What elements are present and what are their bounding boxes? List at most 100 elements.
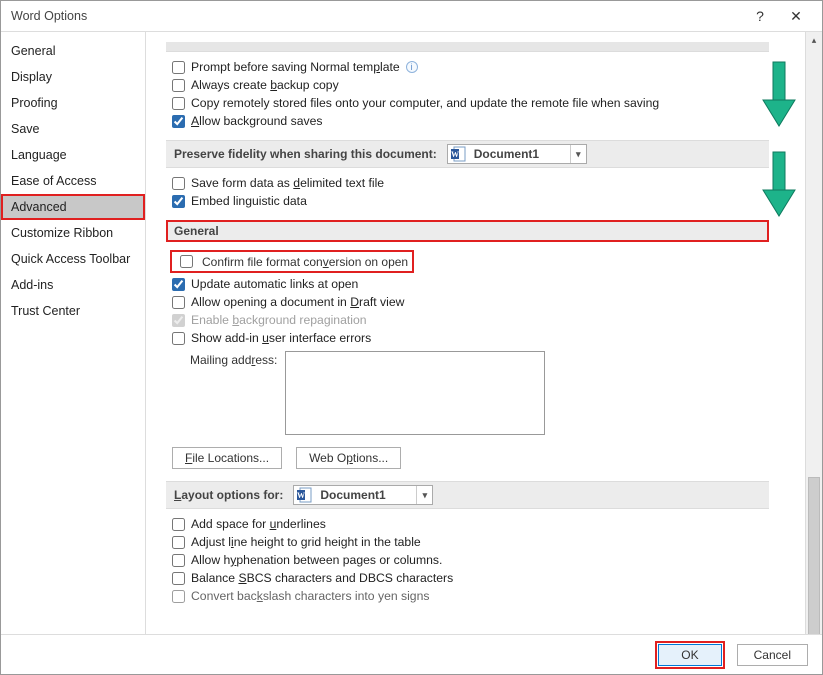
sidebar-item-customize-ribbon[interactable]: Customize Ribbon: [1, 220, 145, 246]
help-button[interactable]: ?: [742, 2, 778, 30]
section-preserve-fidelity: Preserve fidelity when sharing this docu…: [166, 140, 769, 168]
option-balance-sbcs[interactable]: Balance SBCS characters and DBCS charact…: [172, 571, 769, 585]
window-title: Word Options: [11, 9, 87, 23]
sidebar-item-add-ins[interactable]: Add-ins: [1, 272, 145, 298]
scrollbar-track[interactable]: [806, 49, 822, 617]
label-balance-sbcs: Balance SBCS characters and DBCS charact…: [191, 571, 453, 585]
option-update-links[interactable]: Update automatic links at open: [172, 277, 769, 291]
option-add-space-underlines[interactable]: Add space for underlines: [172, 517, 769, 531]
checkbox-show-addin-errors[interactable]: [172, 332, 185, 345]
textarea-mailing-address[interactable]: [285, 351, 545, 435]
checkbox-confirm-conversion[interactable]: [180, 255, 193, 268]
checkbox-embed-linguistic[interactable]: [172, 195, 185, 208]
checkbox-add-space-underlines[interactable]: [172, 518, 185, 531]
label-embed-linguistic: Embed linguistic data: [191, 194, 307, 208]
sidebar-item-quick-access-toolbar[interactable]: Quick Access Toolbar: [1, 246, 145, 272]
info-icon[interactable]: i: [406, 61, 418, 73]
combo-fidelity-text: Document1: [470, 147, 570, 161]
chevron-down-icon: ▾: [570, 145, 586, 163]
label-always-backup: Always create backup copy: [191, 78, 339, 92]
label-enable-bg-repag: Enable background repagination: [191, 313, 367, 327]
scroll-up-button[interactable]: ▴: [806, 32, 822, 49]
option-allow-hyphenation[interactable]: Allow hyphenation between pages or colum…: [172, 553, 769, 567]
word-icon: W: [450, 146, 466, 162]
option-confirm-conversion[interactable]: Confirm file format conversion on open: [170, 250, 414, 273]
sidebar-item-display[interactable]: Display: [1, 64, 145, 90]
annotation-arrow-2: [759, 150, 799, 220]
label-allow-bg-saves: Allow background saves: [191, 114, 322, 128]
checkbox-enable-bg-repag: [172, 314, 185, 327]
section-title-general: General: [174, 224, 219, 238]
option-embed-linguistic[interactable]: Embed linguistic data: [172, 194, 769, 208]
section-title-preserve-fidelity: Preserve fidelity when sharing this docu…: [174, 147, 437, 161]
file-locations-button[interactable]: File Locations...: [172, 447, 282, 469]
option-always-backup[interactable]: Always create backup copy: [172, 78, 769, 92]
vertical-scrollbar[interactable]: ▴ ▾: [805, 32, 822, 634]
svg-text:W: W: [297, 491, 305, 500]
checkbox-update-links[interactable]: [172, 278, 185, 291]
option-allow-draft[interactable]: Allow opening a document in Draft view: [172, 295, 769, 309]
section-title-layout: Layout options for:: [174, 488, 283, 502]
combo-layout-doc[interactable]: W Document1 ▾: [293, 485, 433, 505]
top-gray-strip: [166, 42, 769, 52]
label-allow-hyphenation: Allow hyphenation between pages or colum…: [191, 553, 442, 567]
sidebar-item-language[interactable]: Language: [1, 142, 145, 168]
combo-layout-text: Document1: [316, 488, 416, 502]
sidebar: General Display Proofing Save Language E…: [1, 32, 146, 634]
sidebar-item-trust-center[interactable]: Trust Center: [1, 298, 145, 324]
label-allow-draft: Allow opening a document in Draft view: [191, 295, 404, 309]
chevron-down-icon: ▾: [416, 486, 432, 504]
checkbox-always-backup[interactable]: [172, 79, 185, 92]
cancel-button[interactable]: Cancel: [737, 644, 808, 666]
option-prompt-before-normal[interactable]: Prompt before saving Normal template i: [172, 60, 769, 74]
option-save-form-data[interactable]: Save form data as delimited text file: [172, 176, 769, 190]
option-convert-backslash[interactable]: Convert backslash characters into yen si…: [172, 589, 769, 603]
label-convert-backslash: Convert backslash characters into yen si…: [191, 589, 429, 603]
checkbox-copy-remote[interactable]: [172, 97, 185, 110]
word-options-dialog: Word Options ? ✕ General Display Proofin…: [0, 0, 823, 675]
label-adjust-line-height: Adjust line height to grid height in the…: [191, 535, 421, 549]
label-save-form-data: Save form data as delimited text file: [191, 176, 384, 190]
options-scroll-area: Prompt before saving Normal template i A…: [146, 32, 805, 634]
sidebar-item-advanced[interactable]: Advanced: [1, 194, 145, 220]
checkbox-allow-hyphenation[interactable]: [172, 554, 185, 567]
checkbox-prompt-before-normal[interactable]: [172, 61, 185, 74]
option-copy-remote[interactable]: Copy remotely stored files onto your com…: [172, 96, 769, 110]
combo-fidelity-doc[interactable]: W Document1 ▾: [447, 144, 587, 164]
section-layout-options: Layout options for: W Document1 ▾: [166, 481, 769, 509]
label-update-links: Update automatic links at open: [191, 277, 358, 291]
option-allow-bg-saves[interactable]: Allow background saves: [172, 114, 769, 128]
label-mailing-address: Mailing address:: [190, 351, 277, 367]
checkbox-save-form-data[interactable]: [172, 177, 185, 190]
label-copy-remote: Copy remotely stored files onto your com…: [191, 96, 659, 110]
section-general: General: [166, 220, 769, 242]
option-show-addin-errors[interactable]: Show add-in user interface errors: [172, 331, 769, 345]
close-button[interactable]: ✕: [778, 2, 814, 30]
dialog-footer: OK Cancel: [1, 634, 822, 674]
checkbox-allow-bg-saves[interactable]: [172, 115, 185, 128]
option-adjust-line-height[interactable]: Adjust line height to grid height in the…: [172, 535, 769, 549]
checkbox-adjust-line-height[interactable]: [172, 536, 185, 549]
svg-text:W: W: [451, 150, 459, 159]
label-show-addin-errors: Show add-in user interface errors: [191, 331, 371, 345]
help-icon: ?: [756, 8, 764, 24]
sidebar-item-save[interactable]: Save: [1, 116, 145, 142]
label-confirm-conversion: Confirm file format conversion on open: [202, 255, 408, 269]
ok-button[interactable]: OK: [658, 644, 721, 666]
annotation-arrow-1: [759, 60, 799, 130]
scrollbar-thumb[interactable]: [808, 477, 820, 634]
ok-highlight: OK: [655, 641, 724, 669]
sidebar-item-proofing[interactable]: Proofing: [1, 90, 145, 116]
close-icon: ✕: [790, 8, 802, 25]
checkbox-balance-sbcs[interactable]: [172, 572, 185, 585]
word-icon: W: [296, 487, 312, 503]
label-prompt-before-normal: Prompt before saving Normal template: [191, 60, 400, 74]
checkbox-convert-backslash[interactable]: [172, 590, 185, 603]
titlebar: Word Options ? ✕: [1, 1, 822, 31]
web-options-button[interactable]: Web Options...: [296, 447, 401, 469]
label-add-space-underlines: Add space for underlines: [191, 517, 326, 531]
sidebar-item-general[interactable]: General: [1, 38, 145, 64]
checkbox-allow-draft[interactable]: [172, 296, 185, 309]
option-enable-bg-repag: Enable background repagination: [172, 313, 769, 327]
sidebar-item-ease-of-access[interactable]: Ease of Access: [1, 168, 145, 194]
